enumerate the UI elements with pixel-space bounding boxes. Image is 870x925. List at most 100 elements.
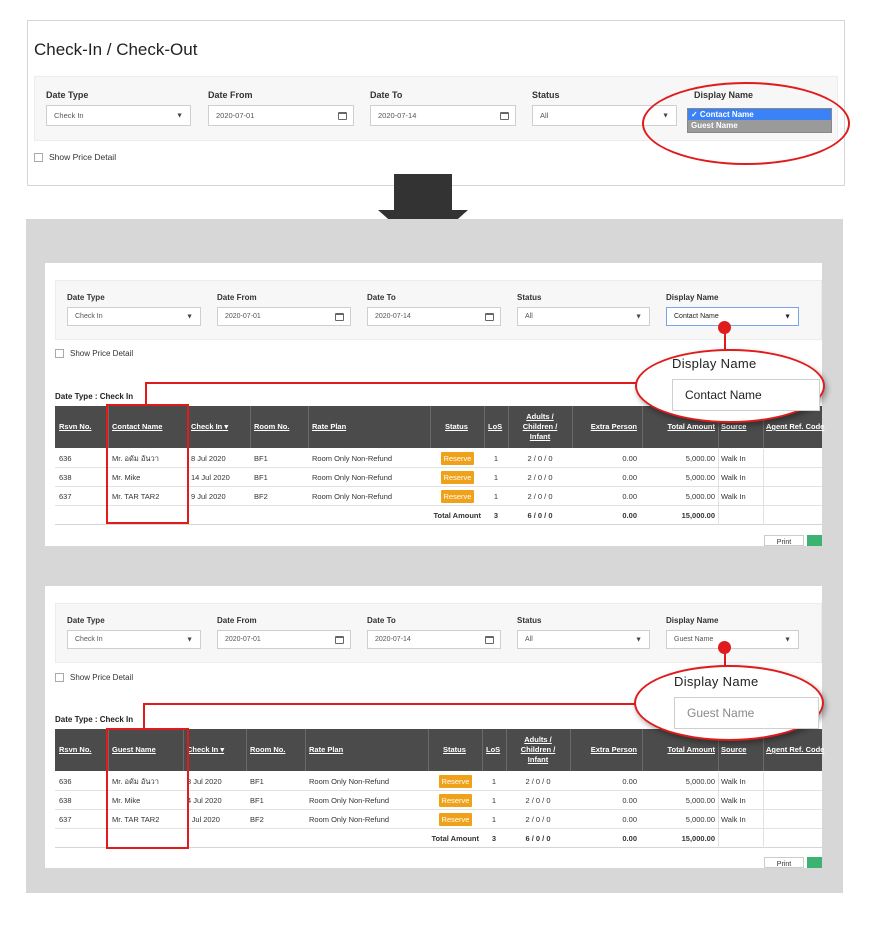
display-name-callout: Display Name Guest Name (634, 665, 824, 741)
col-rate-plan[interactable]: Rate Plan (312, 422, 346, 431)
checkbox-box[interactable] (55, 349, 64, 358)
col-extra-person[interactable]: Extra Person (575, 422, 637, 431)
cell-source: Walk In (721, 815, 746, 824)
date-to-label: Date To (370, 90, 403, 100)
status-select[interactable]: All ▼ (517, 630, 650, 649)
cell-rate-plan: Room Only Non-Refund (309, 777, 390, 786)
cell-total: 5,000.00 (685, 492, 715, 501)
date-from-input[interactable]: 2020-07-01 (217, 307, 351, 326)
cell-room: BF1 (254, 454, 268, 463)
cell-rate-plan: Room Only Non-Refund (312, 454, 393, 463)
date-from-input[interactable]: 2020-07-01 (208, 105, 354, 126)
col-adults-line1[interactable]: Adults / (510, 412, 570, 421)
col-los[interactable]: LoS (488, 422, 502, 431)
status-select[interactable]: All ▼ (517, 307, 650, 326)
checkbox-box[interactable] (34, 152, 43, 162)
col-total-amount[interactable]: Total Amount (645, 745, 716, 754)
filter-bar: Date Type Check In ▼ Date From 2020-07-0… (55, 280, 822, 340)
date-type-label: Date Type (67, 293, 105, 302)
callout-label: Display Name (672, 356, 757, 371)
date-type-select[interactable]: Check In ▼ (67, 630, 201, 649)
col-los[interactable]: LoS (486, 745, 500, 754)
cell-rate-plan: Room Only Non-Refund (309, 796, 390, 805)
cell-room: BF1 (250, 777, 264, 786)
totals-acl: 6 / 0 / 0 (525, 834, 551, 843)
col-status[interactable]: Status (445, 422, 468, 431)
col-agent-ref[interactable]: Agent Ref. Code (766, 745, 824, 754)
col-status[interactable]: Status (443, 745, 466, 754)
col-room[interactable]: Room No. (254, 422, 289, 431)
col-total-amount[interactable]: Total Amount (645, 422, 716, 431)
display-name-label: Display Name (666, 616, 719, 625)
cell-source: Walk In (721, 777, 746, 786)
col-rsvn[interactable]: Rsvn No. (59, 422, 92, 431)
totals-los: 3 (491, 834, 497, 843)
cell-total: 5,000.00 (685, 796, 715, 805)
show-price-detail-checkbox[interactable]: Show Price Detail (55, 349, 133, 358)
cell-rsvn: 636 (59, 454, 72, 463)
col-adults-line3[interactable]: Infant (508, 755, 568, 764)
highlight-column-box (106, 404, 189, 524)
col-adults-line2[interactable]: Children / (510, 422, 570, 431)
cell-rsvn: 636 (59, 777, 72, 786)
cell-rate-plan: Room Only Non-Refund (309, 815, 390, 824)
print-button[interactable]: Print (764, 535, 804, 546)
cell-check-in: 9 Jul 2020 (191, 492, 226, 501)
display-name-select[interactable]: Contact Name ▼ (666, 307, 799, 326)
caret-down-icon: ▼ (186, 313, 193, 320)
date-to-input[interactable]: 2020-07-14 (367, 630, 501, 649)
display-name-callout: Display Name Contact Name (635, 349, 825, 423)
cell-los: 1 (491, 777, 497, 786)
col-rsvn[interactable]: Rsvn No. (59, 745, 92, 754)
cell-total: 5,000.00 (685, 454, 715, 463)
col-source[interactable]: Source (721, 422, 746, 431)
calendar-icon (500, 111, 509, 120)
cell-check-in: 14 Jul 2020 (191, 473, 230, 482)
cell-acl: 2 / 0 / 0 (525, 815, 551, 824)
col-source[interactable]: Source (721, 745, 746, 754)
show-price-detail-checkbox[interactable]: Show Price Detail (55, 673, 133, 682)
marker-dot-icon (718, 321, 731, 334)
col-agent-ref[interactable]: Agent Ref. Code (766, 422, 824, 431)
cell-los: 1 (491, 815, 497, 824)
cell-acl: 2 / 0 / 0 (527, 473, 553, 482)
col-adults-line3[interactable]: Infant (510, 432, 570, 441)
cell-acl: 2 / 0 / 0 (525, 796, 551, 805)
date-to-input[interactable]: 2020-07-14 (370, 105, 516, 126)
cell-extra: 0.00 (622, 492, 637, 501)
date-type-select[interactable]: Check In ▼ (46, 105, 191, 126)
col-adults-line2[interactable]: Children / (508, 745, 568, 754)
export-button[interactable] (807, 857, 822, 868)
col-rate-plan[interactable]: Rate Plan (309, 745, 343, 754)
date-from-label: Date From (217, 293, 257, 302)
cell-check-in: ) Jul 2020 (187, 815, 220, 824)
cell-room: BF1 (254, 473, 268, 482)
marker-dot-icon (718, 641, 731, 654)
export-button[interactable] (807, 535, 822, 546)
cell-room: BF2 (254, 492, 268, 501)
totals-extra: 0.00 (622, 834, 637, 843)
col-check-in[interactable]: Check In (187, 745, 224, 754)
totals-los: 3 (493, 511, 499, 520)
date-to-input[interactable]: 2020-07-14 (367, 307, 501, 326)
date-to-label: Date To (367, 616, 396, 625)
col-room[interactable]: Room No. (250, 745, 285, 754)
callout-label: Display Name (674, 674, 759, 689)
cell-los: 1 (493, 492, 499, 501)
cell-source: Walk In (721, 796, 746, 805)
date-from-input[interactable]: 2020-07-01 (217, 630, 351, 649)
col-extra-person[interactable]: Extra Person (575, 745, 637, 754)
cell-rsvn: 638 (59, 796, 72, 805)
caret-down-icon: ▼ (186, 636, 193, 643)
checkbox-box[interactable] (55, 673, 64, 682)
status-badge: Reserve (439, 794, 472, 807)
col-adults-line1[interactable]: Adults / (508, 735, 568, 744)
totals-label: Total Amount (433, 511, 482, 520)
totals-label: Total Amount (431, 834, 480, 843)
cell-total: 5,000.00 (685, 777, 715, 786)
show-price-detail-checkbox[interactable]: Show Price Detail (34, 152, 116, 162)
date-type-select[interactable]: Check In ▼ (67, 307, 201, 326)
display-name-select[interactable]: Guest Name ▼ (666, 630, 799, 649)
print-button[interactable]: Print (764, 857, 804, 868)
col-check-in[interactable]: Check In (191, 422, 228, 431)
